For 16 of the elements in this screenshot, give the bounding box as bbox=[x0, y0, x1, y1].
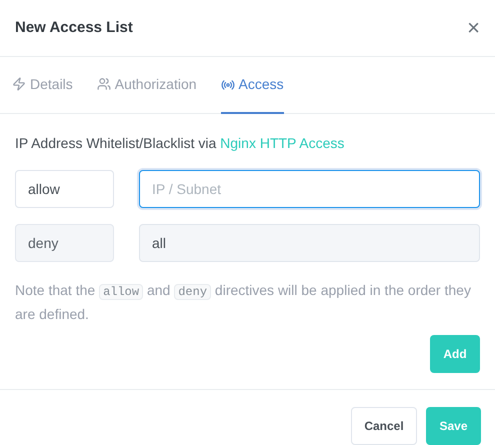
broadcast-icon bbox=[220, 78, 235, 92]
users-icon bbox=[96, 77, 111, 91]
directive-field[interactable]: allow bbox=[15, 170, 114, 208]
dialog-title: New Access List bbox=[15, 18, 133, 38]
close-button[interactable]: × bbox=[467, 17, 480, 39]
add-button[interactable]: Add bbox=[430, 335, 480, 373]
save-button[interactable]: Save bbox=[426, 407, 481, 445]
tab[interactable]: Details bbox=[12, 57, 73, 113]
intro-text: IP Address Whitelist/Blacklist via Nginx HTTP Access bbox=[15, 134, 346, 153]
tab[interactable]: Authorization bbox=[96, 57, 197, 113]
nginx-link[interactable]: Nginx HTTP Access bbox=[220, 135, 344, 151]
note-text: Note that the allow and deny directives will be applied in the order they are defined. bbox=[15, 281, 472, 324]
lightning-icon bbox=[12, 77, 26, 91]
cancel-button[interactable]: Cancel bbox=[351, 407, 417, 445]
tab[interactable]: Access bbox=[220, 57, 284, 114]
address-field[interactable]: IP / Subnet bbox=[139, 170, 480, 208]
